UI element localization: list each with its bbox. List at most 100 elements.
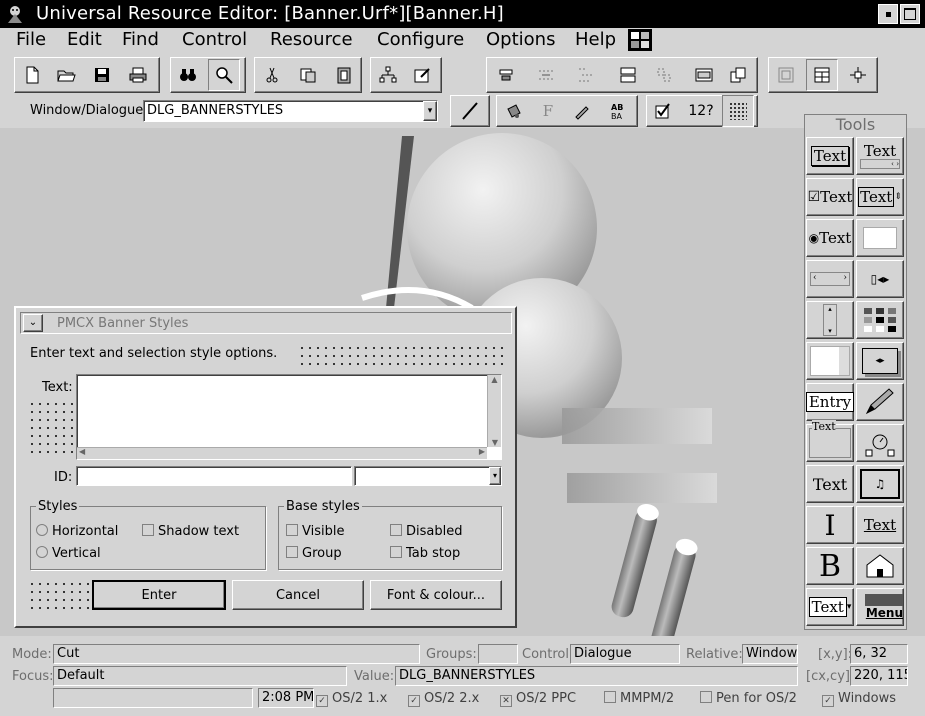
tool-text-scroll[interactable]: Text ‹ › — [856, 137, 904, 175]
align-button[interactable] — [490, 59, 522, 91]
maximize-button[interactable] — [900, 4, 920, 24]
tool-vscroll[interactable]: ▴ ▾ — [806, 301, 854, 339]
dialog-system-menu-icon[interactable]: ⌄ — [23, 314, 43, 332]
option-pen-os2[interactable]: Pen for OS/2 — [700, 691, 797, 706]
menu-file[interactable]: File — [16, 29, 46, 50]
radio-horizontal[interactable]: Horizontal — [36, 524, 118, 539]
menu-help[interactable]: Help — [575, 29, 616, 50]
id-combo-arrow-icon[interactable]: ▾ — [489, 467, 501, 485]
checkbox-shadow-text[interactable]: Shadow text — [142, 524, 239, 539]
grid-layout-button[interactable] — [806, 59, 838, 91]
tool-spin[interactable]: Text ⇕ — [856, 178, 904, 216]
tool-combo[interactable]: Text ▾ — [806, 588, 854, 626]
tool-groupbox[interactable]: Text — [806, 420, 854, 462]
checkbox-tool-button[interactable] — [648, 95, 680, 127]
save-button[interactable] — [86, 59, 118, 91]
scroll-up-icon[interactable]: ▲ — [488, 375, 501, 384]
tool-circular-slider[interactable] — [856, 424, 904, 462]
tool-value-set[interactable] — [856, 301, 904, 339]
focus-value: Default — [53, 666, 347, 686]
print-button[interactable] — [122, 59, 154, 91]
text-case-button[interactable]: AB BA — [602, 95, 634, 127]
checkbox-visible[interactable]: Visible — [286, 524, 344, 539]
option-os2-1x[interactable]: ✓ OS/2 1.x — [316, 691, 387, 707]
tool-hscroll[interactable]: ‹ › — [806, 260, 854, 298]
help-id-button[interactable]: 12? — [682, 95, 720, 127]
menu-options[interactable]: Options — [486, 29, 555, 50]
cut-button[interactable] — [256, 59, 288, 91]
edit-resource-button[interactable] — [406, 59, 438, 91]
new-file-button[interactable] — [16, 59, 48, 91]
menu-find[interactable]: Find — [122, 29, 159, 50]
window-dialogue-dropdown[interactable]: DLG_BANNERSTYLES ▾ — [143, 100, 438, 122]
id-input[interactable] — [76, 466, 352, 486]
color-button[interactable] — [498, 95, 530, 127]
order-button[interactable] — [648, 59, 680, 91]
checkbox-tab-stop[interactable]: Tab stop — [390, 546, 460, 561]
tool-icon[interactable] — [856, 547, 904, 585]
zoom-button[interactable] — [208, 59, 240, 91]
option-mmpm2[interactable]: MMPM/2 — [604, 691, 674, 706]
tool-menu[interactable]: Menu — [856, 588, 904, 626]
enter-button[interactable]: Enter — [92, 580, 226, 610]
menu-control[interactable]: Control — [182, 29, 247, 50]
tool-button[interactable]: Text — [806, 137, 854, 175]
font-button[interactable]: F — [532, 95, 564, 127]
tool-notebook[interactable]: ◂▸ — [856, 342, 904, 380]
copy-button[interactable] — [292, 59, 324, 91]
line-tool-button[interactable] — [450, 95, 490, 127]
cancel-button[interactable]: Cancel — [232, 580, 364, 610]
menu-configure[interactable]: Configure — [377, 29, 464, 50]
scroll-right-icon[interactable]: ▶ — [479, 447, 485, 456]
minimize-button[interactable] — [878, 4, 898, 24]
open-file-button[interactable] — [50, 59, 82, 91]
font-colour-button[interactable]: Font & colour... — [370, 580, 502, 610]
dropdown-arrow-icon[interactable]: ▾ — [423, 101, 437, 121]
option-windows[interactable]: ✓ Windows — [822, 691, 896, 707]
tool-pen[interactable] — [856, 383, 904, 421]
tool-static-text[interactable]: Text — [806, 465, 854, 503]
tool-slider[interactable]: ▯◂▸ — [856, 260, 904, 298]
scroll-left-icon[interactable]: ◀ — [79, 447, 85, 456]
tool-music[interactable]: ♫ — [856, 465, 904, 503]
menu-edit[interactable]: Edit — [67, 29, 102, 50]
tool-text-cursor[interactable]: I — [806, 506, 854, 544]
tool-checkbox[interactable]: ☑ Text — [806, 178, 854, 216]
frame-button[interactable] — [770, 59, 802, 91]
tool-listbox[interactable] — [806, 342, 854, 380]
textarea-vscrollbar[interactable]: ▲ ▼ — [487, 375, 501, 447]
binoculars-icon — [180, 69, 196, 81]
tool-radio[interactable]: ◉ Text — [806, 219, 854, 257]
option-os2-ppc[interactable]: ✕ OS/2 PPC — [500, 691, 576, 707]
grid-toggle-button[interactable] — [722, 95, 754, 127]
tool-entry-field[interactable] — [856, 219, 904, 257]
scroll-down-icon[interactable]: ▼ — [488, 438, 502, 447]
radio-vertical[interactable]: Vertical — [36, 546, 101, 561]
title-bar[interactable]: Universal Resource Editor: [Banner.Urf*]… — [0, 0, 925, 28]
checkbox-group[interactable]: Group — [286, 546, 342, 561]
system-menu-icon[interactable] — [4, 3, 26, 25]
tool-bitmap-button[interactable]: B — [806, 547, 854, 585]
draw-button[interactable] — [566, 95, 598, 127]
size-button[interactable] — [612, 59, 644, 91]
textarea-hscrollbar[interactable]: ◀ ▶ — [77, 447, 487, 459]
test-dialog-button[interactable] — [688, 59, 720, 91]
banner-styles-dialog[interactable]: ⌄ PMCX Banner Styles Enter text and sele… — [14, 306, 517, 628]
text-textarea[interactable]: ▲ ▼ ◀ ▶ — [76, 374, 502, 460]
menu-resource[interactable]: Resource — [270, 29, 353, 50]
duplicate-button[interactable] — [722, 59, 754, 91]
tool-mle[interactable]: Text — [856, 506, 904, 544]
pencil-icon — [865, 388, 894, 415]
option-os2-2x[interactable]: ✓ OS/2 2.x — [408, 691, 479, 707]
space-vertical-button[interactable] — [570, 59, 602, 91]
space-horizontal-button[interactable] — [530, 59, 562, 91]
vscrollbar-icon: ▴ ▾ — [823, 304, 837, 336]
tool-entry[interactable]: Entry — [805, 383, 855, 421]
tree-view-button[interactable] — [372, 59, 404, 91]
id-combo[interactable]: ▾ — [354, 466, 502, 486]
paste-button[interactable] — [328, 59, 360, 91]
dialog-title-bar[interactable]: ⌄ PMCX Banner Styles — [20, 312, 512, 334]
find-button[interactable] — [172, 59, 204, 91]
checkbox-disabled[interactable]: Disabled — [390, 524, 462, 539]
move-button[interactable] — [842, 59, 874, 91]
